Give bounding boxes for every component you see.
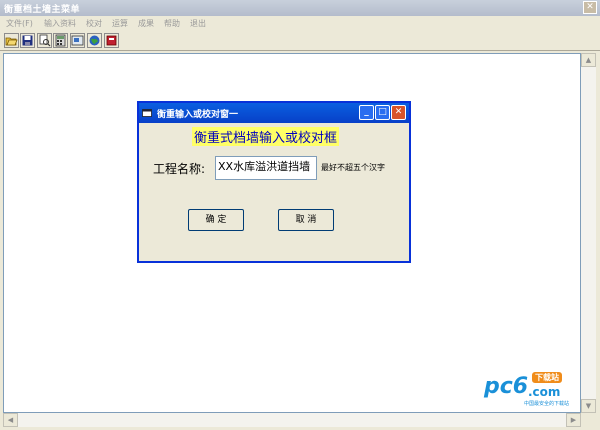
open-folder-icon[interactable] [4,33,19,48]
cancel-button[interactable]: 取 消 [278,209,334,231]
dialog-title: 衡重输入或校对窗一 [157,110,239,120]
ok-button[interactable]: 确 定 [188,209,244,231]
calculator-icon[interactable] [53,33,68,48]
menu-file[interactable]: 文件(F) [6,18,33,29]
menu-input-data[interactable]: 输入资料 [44,18,76,29]
menu-results[interactable]: 成果 [138,18,154,29]
project-name-label: 工程名称: [153,162,206,176]
menu-exit[interactable]: 退出 [190,18,206,29]
input-dialog: 衡重输入或校对窗一 _ □ ✕ 衡重式档墙输入或校对框 工程名称: XX水库溢洪… [137,101,411,263]
book-icon[interactable] [104,33,119,48]
view-icon[interactable] [70,33,85,48]
maximize-button[interactable]: □ [375,105,390,120]
menu-bar: 文件(F) 输入资料 校对 运算 成果 帮助 退出 [0,16,600,30]
scroll-left-button[interactable]: ◀ [3,413,18,427]
scroll-up-button[interactable]: ▲ [581,53,596,67]
watermark-badge: 下载站 [532,372,562,383]
main-window-title: 衡重档土墙主菜单 [4,5,81,15]
vertical-scrollbar[interactable]: ▲ ▼ [581,53,596,413]
project-name-input[interactable]: XX水库溢洪道挡墙 [215,156,317,180]
watermark-logo: pc6 [484,374,529,399]
main-close-button[interactable]: ✕ [583,1,597,14]
scrollbar-corner [581,413,596,427]
print-preview-icon[interactable] [37,33,52,48]
menu-help[interactable]: 帮助 [164,18,180,29]
main-title-bar: 衡重档土墙主菜单 ✕ [0,0,600,16]
watermark-tagline: 中国最安全的下载站 [524,401,570,407]
menu-compute[interactable]: 运算 [112,18,128,29]
scroll-down-button[interactable]: ▼ [581,399,596,413]
scroll-right-button[interactable]: ▶ [566,413,581,427]
watermark-suffix: .com [528,385,561,399]
save-icon[interactable] [20,33,35,48]
pc6-watermark: 下载站 pc6 .com 中国最安全的下载站 [484,370,576,408]
minimize-button[interactable]: _ [359,105,374,120]
dialog-heading: 衡重式档墙输入或校对框 [192,127,340,146]
close-button[interactable]: ✕ [391,105,406,120]
dialog-title-bar[interactable]: 衡重输入或校对窗一 _ □ ✕ [139,103,409,123]
window-app-icon [142,109,152,117]
menu-proofread[interactable]: 校对 [86,18,102,29]
length-hint: 最好不超五个汉字 [321,163,385,172]
horizontal-scrollbar[interactable]: ◀ ▶ [3,413,581,427]
toolbar [0,30,600,51]
globe-icon[interactable] [87,33,102,48]
